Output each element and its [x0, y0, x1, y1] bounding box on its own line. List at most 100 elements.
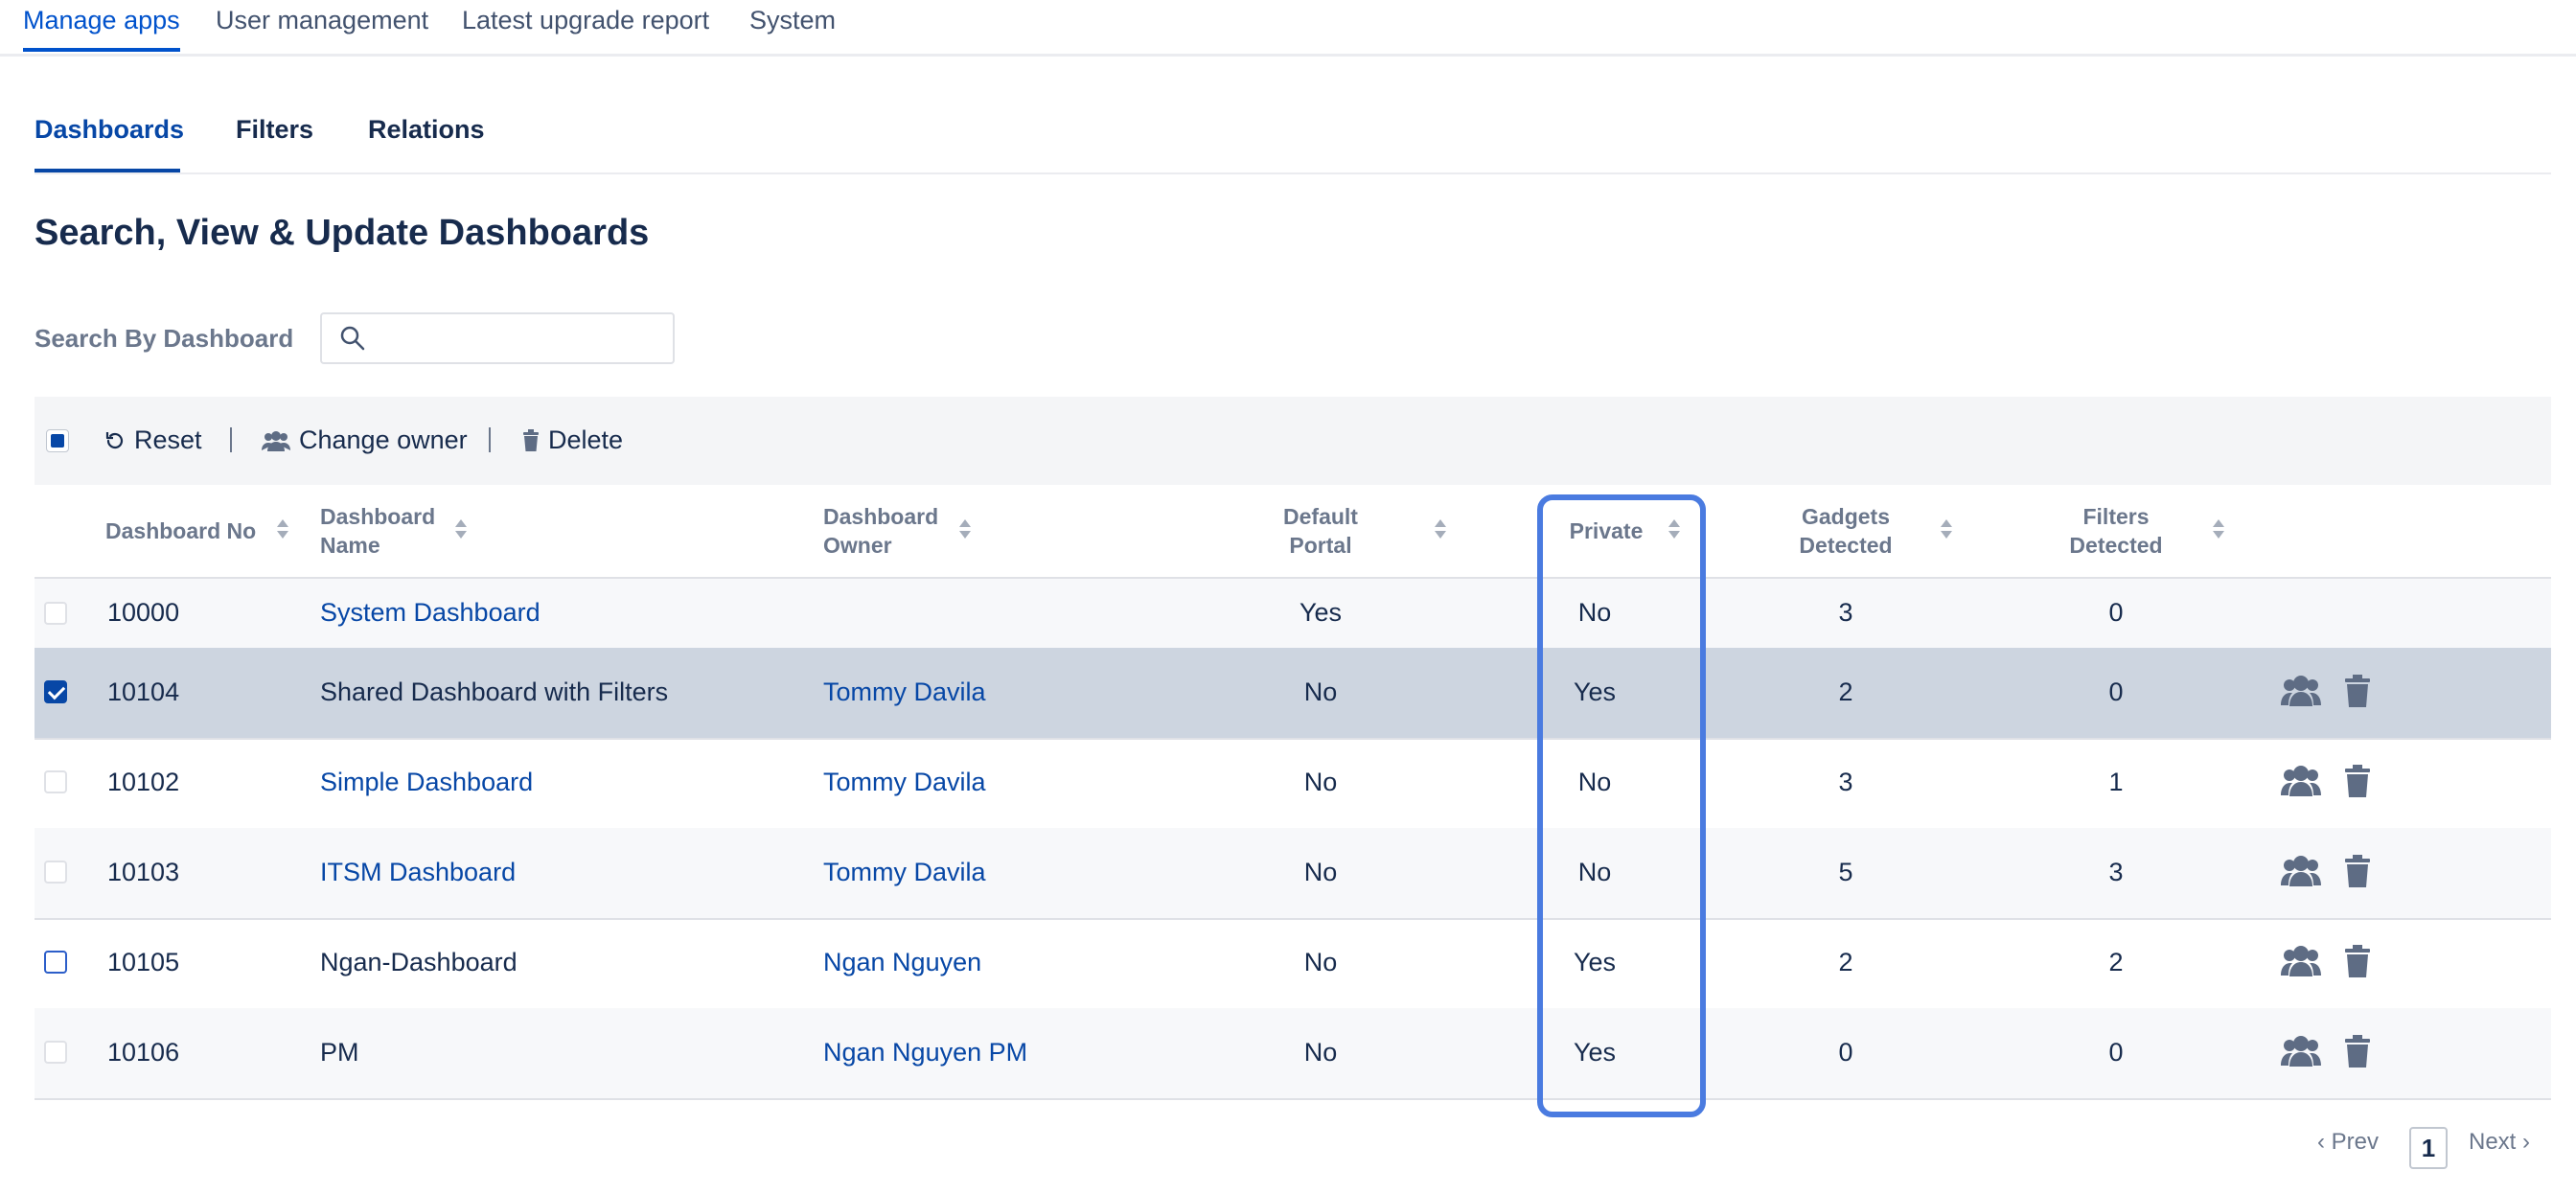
table-header: Dashboard No Dashboard Name Dashboard Ow… — [34, 485, 2551, 579]
bulk-action-toolbar: Reset Change owner Delete — [34, 397, 2551, 485]
chevron-right-icon: › — [2522, 1129, 2531, 1155]
nav-manage-apps[interactable]: Manage apps — [23, 6, 180, 35]
dashboard-owner-link[interactable]: Tommy Davila — [823, 858, 986, 887]
dashboard-name-link[interactable]: Simple Dashboard — [320, 768, 533, 797]
table-row[interactable]: 10102 Simple Dashboard Tommy Davila No N… — [34, 738, 2551, 830]
sort-icon[interactable] — [2212, 517, 2225, 540]
column-header-default-portal[interactable]: Default Portal — [1263, 502, 1378, 560]
column-header-filters-detected[interactable]: Filters Detected — [2058, 502, 2174, 560]
private-value: No — [1577, 858, 1612, 886]
dashboard-owner-link[interactable]: Tommy Davila — [823, 768, 986, 797]
table-row[interactable]: 10000 System Dashboard Yes No 3 0 — [34, 579, 2551, 650]
dashboard-name-link[interactable]: ITSM Dashboard — [320, 858, 516, 887]
dashboard-no: 10103 — [107, 858, 180, 886]
dashboard-owner-link[interactable]: Tommy Davila — [823, 677, 986, 707]
change-owner-icon[interactable] — [2281, 765, 2321, 797]
sort-icon[interactable] — [454, 517, 468, 540]
table-row[interactable]: 10104 Shared Dashboard with Filters Tomm… — [34, 648, 2551, 740]
gadgets-detected-value: 3 — [1838, 598, 1853, 627]
trash-icon[interactable] — [2344, 1035, 2371, 1068]
change-owner-icon[interactable] — [2281, 675, 2321, 707]
trash-icon — [523, 428, 539, 451]
top-navigation: Manage apps User management Latest upgra… — [0, 0, 2576, 57]
column-header-label: Private — [1569, 518, 1644, 543]
column-header-dashboard-name[interactable]: Dashboard Name — [320, 502, 435, 560]
dashboard-no: 10102 — [107, 768, 180, 796]
delete-label: Delete — [548, 425, 624, 454]
change-owner-icon[interactable] — [2281, 855, 2321, 887]
dashboard-owner-link[interactable]: Ngan Nguyen PM — [823, 1038, 1027, 1068]
private-value: Yes — [1573, 677, 1617, 706]
private-value: Yes — [1573, 948, 1617, 976]
nav-latest-upgrade-report[interactable]: Latest upgrade report — [462, 6, 709, 35]
active-nav-indicator — [23, 48, 180, 52]
change-owner-label: Change owner — [299, 425, 468, 454]
table-row[interactable]: 10105 Ngan-Dashboard Ngan Nguyen No Yes … — [34, 918, 2551, 1010]
nav-user-management[interactable]: User management — [216, 6, 428, 35]
dashboard-no: 10105 — [107, 948, 180, 976]
tab-filters[interactable]: Filters — [236, 115, 313, 145]
trash-icon[interactable] — [2344, 675, 2371, 707]
chevron-left-icon: ‹ — [2317, 1129, 2325, 1155]
column-header-label: Dashboard — [823, 504, 939, 529]
row-checkbox[interactable] — [44, 680, 67, 703]
toolbar-divider — [489, 427, 491, 452]
table-row[interactable]: 10106 PM Ngan Nguyen PM No Yes 0 0 — [34, 1008, 2551, 1100]
private-value: Yes — [1573, 1038, 1617, 1067]
column-header-label: Portal — [1289, 533, 1352, 558]
sort-icon[interactable] — [1434, 517, 1447, 540]
filters-detected-value: 0 — [2108, 1038, 2124, 1067]
tab-relations[interactable]: Relations — [368, 115, 485, 145]
default-portal-value: No — [1303, 858, 1338, 886]
sort-icon[interactable] — [1940, 517, 1953, 540]
row-checkbox[interactable] — [44, 770, 67, 793]
column-header-private[interactable]: Private — [1549, 517, 1664, 545]
column-header-dashboard-owner[interactable]: Dashboard Owner — [823, 502, 938, 560]
change-owner-icon[interactable] — [2281, 945, 2321, 977]
reset-icon — [105, 431, 124, 448]
column-header-dashboard-no[interactable]: Dashboard No — [105, 517, 256, 545]
table-row[interactable]: 10103 ITSM Dashboard Tommy Davila No No … — [34, 828, 2551, 920]
default-portal-value: No — [1303, 1038, 1338, 1067]
dashboard-name: Shared Dashboard with Filters — [320, 677, 669, 706]
row-checkbox[interactable] — [44, 1041, 67, 1064]
toolbar-divider — [230, 427, 232, 452]
column-header-label: Owner — [823, 533, 892, 558]
dashboard-name-link[interactable]: System Dashboard — [320, 598, 540, 628]
dashboard-no: 10104 — [107, 677, 180, 706]
current-page[interactable]: 1 — [2409, 1127, 2448, 1169]
default-portal-value: No — [1303, 768, 1338, 796]
row-checkbox[interactable] — [44, 602, 67, 625]
prev-label: Prev — [2331, 1129, 2380, 1155]
sort-icon[interactable] — [276, 517, 289, 540]
next-page-button[interactable]: Next › — [2469, 1129, 2530, 1156]
filters-detected-value: 0 — [2108, 677, 2124, 706]
trash-icon[interactable] — [2344, 945, 2371, 977]
row-checkbox[interactable] — [44, 951, 67, 974]
reset-label: Reset — [134, 425, 202, 454]
next-label: Next — [2469, 1129, 2517, 1155]
prev-page-button[interactable]: ‹ Prev — [2317, 1129, 2379, 1156]
search-box — [320, 312, 675, 364]
search-input[interactable] — [378, 320, 665, 356]
delete-button[interactable]: Delete — [521, 425, 623, 455]
trash-icon[interactable] — [2344, 855, 2371, 887]
sort-icon[interactable] — [958, 517, 972, 540]
change-owner-icon[interactable] — [2281, 1035, 2321, 1068]
sort-icon[interactable] — [1668, 517, 1681, 540]
column-header-label: Default — [1283, 504, 1358, 529]
gadgets-detected-value: 3 — [1838, 768, 1853, 796]
nav-system[interactable]: System — [749, 6, 836, 35]
dashboard-owner-link[interactable]: Ngan Nguyen — [823, 948, 981, 977]
change-owner-button[interactable]: Change owner — [261, 425, 468, 455]
select-all-checkbox[interactable] — [46, 429, 69, 452]
private-value: No — [1577, 768, 1612, 796]
row-checkbox[interactable] — [44, 861, 67, 884]
filters-detected-value: 1 — [2108, 768, 2124, 796]
tab-dashboards[interactable]: Dashboards — [34, 115, 184, 145]
reset-button[interactable]: Reset — [104, 425, 202, 455]
gadgets-detected-value: 0 — [1838, 1038, 1853, 1067]
default-portal-value: No — [1303, 677, 1338, 706]
trash-icon[interactable] — [2344, 765, 2371, 797]
column-header-gadgets-detected[interactable]: Gadgets Detected — [1788, 502, 1903, 560]
